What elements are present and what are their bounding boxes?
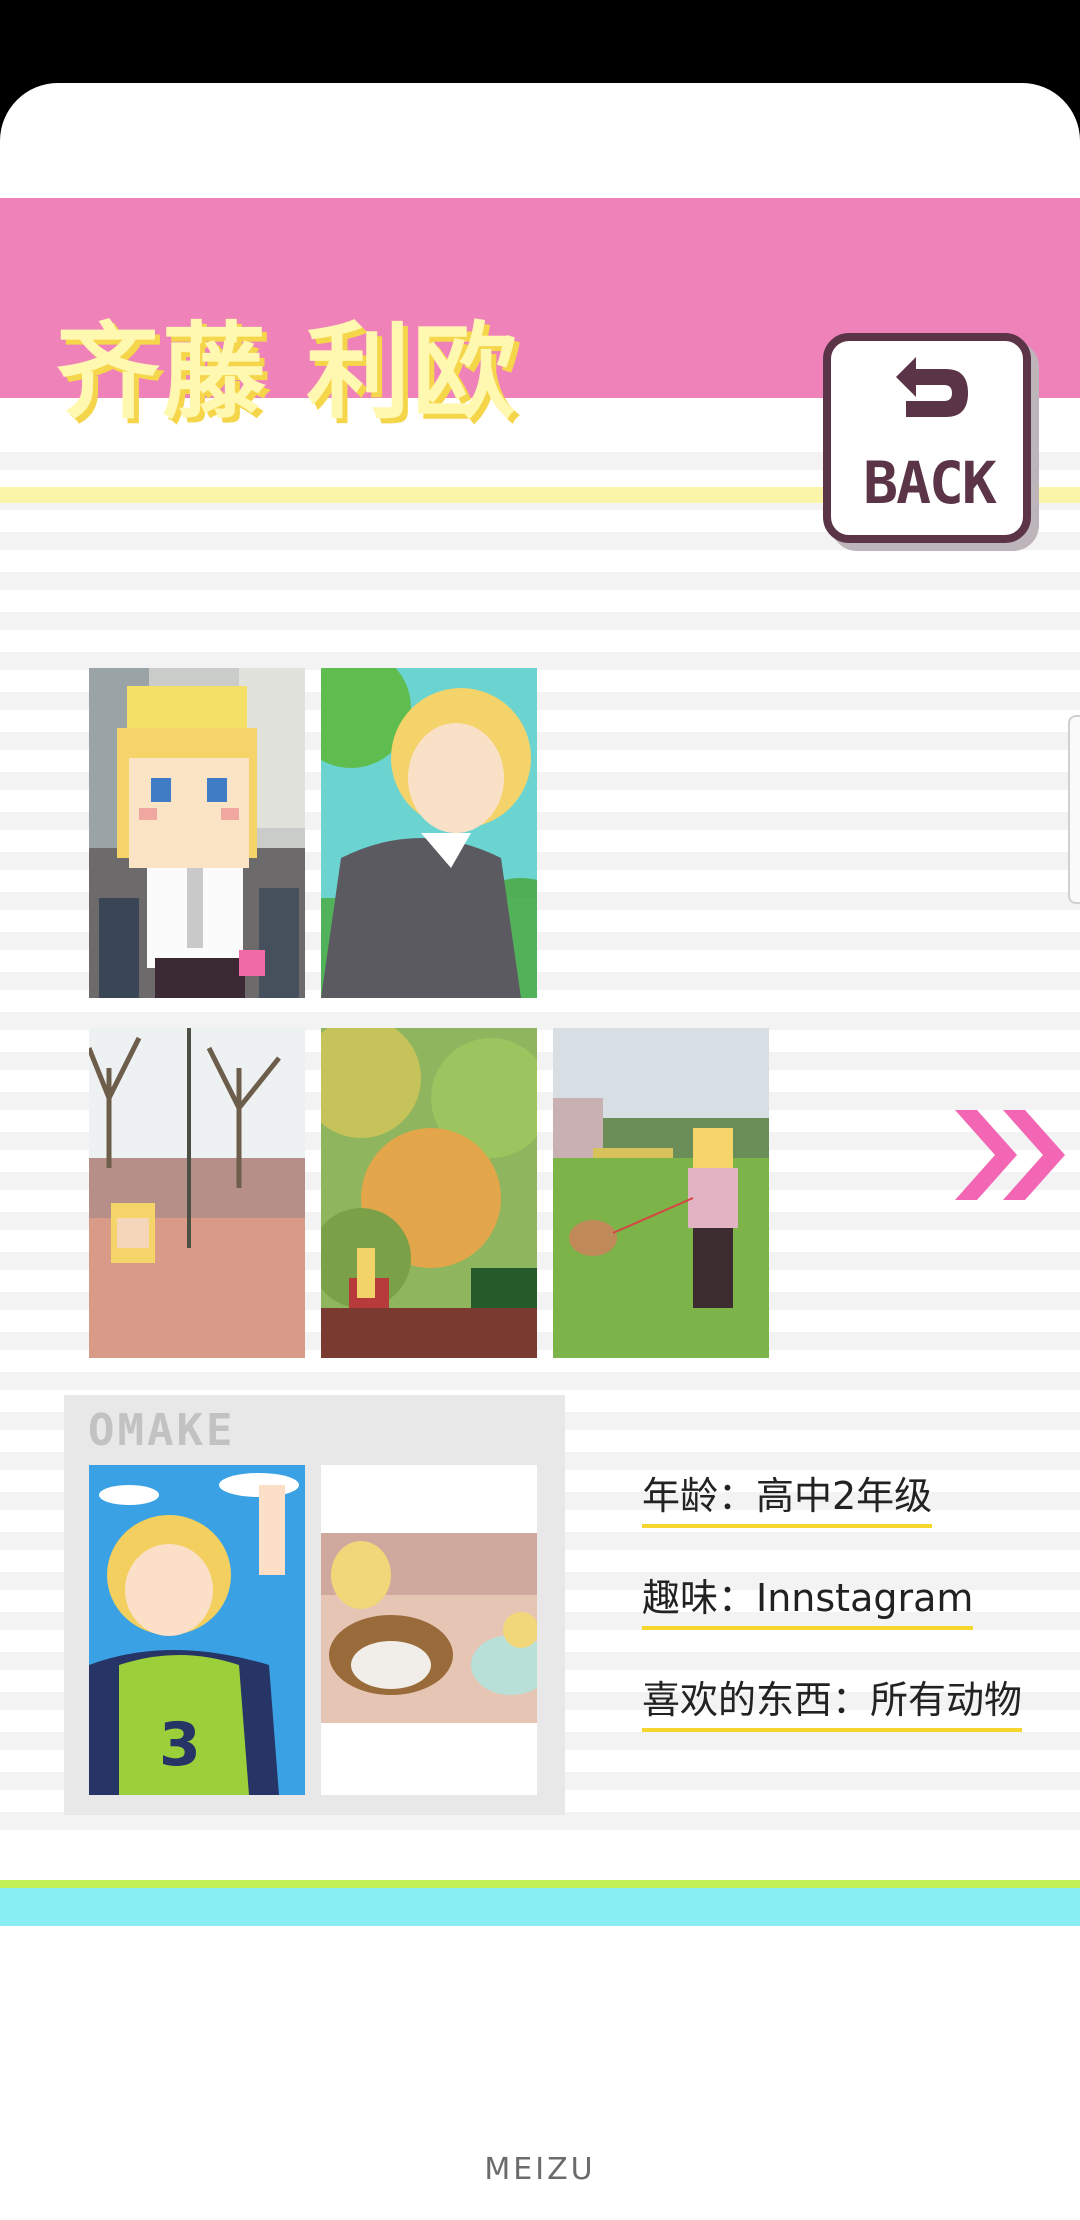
info-age: 年龄：高中2年级 bbox=[642, 1465, 933, 1528]
svg-text:3: 3 bbox=[159, 1710, 201, 1780]
bottom-green-bar bbox=[0, 1880, 1080, 1888]
info-likes: 喜欢的东西：所有动物 bbox=[642, 1669, 1023, 1732]
dog-illustration-thumbnail[interactable] bbox=[321, 1465, 537, 1795]
dog-walk-photo-image bbox=[553, 1028, 769, 1358]
dog-illustration-image bbox=[321, 1465, 537, 1795]
omake-label: OMAKE bbox=[88, 1405, 236, 1456]
plaza-photo-thumbnail[interactable] bbox=[89, 1028, 305, 1358]
pixel-avatar-thumbnail[interactable] bbox=[89, 668, 305, 998]
character-name: 齐藤 利欧 bbox=[56, 311, 519, 433]
back-label: BACK bbox=[863, 449, 997, 517]
info-hobby: 趣味：Innstagram bbox=[642, 1567, 974, 1630]
back-button[interactable]: BACK bbox=[823, 333, 1031, 543]
device-brand-logo: MEIZU bbox=[484, 2152, 596, 2187]
anime-portrait-thumbnail[interactable] bbox=[321, 668, 537, 998]
plaza-photo-image bbox=[89, 1028, 305, 1358]
soccer-illustration-image: 3 bbox=[89, 1465, 305, 1795]
forest-photo-thumbnail[interactable] bbox=[321, 1028, 537, 1358]
bottom-cyan-bar bbox=[0, 1888, 1080, 1926]
pixel-avatar-image bbox=[89, 668, 305, 998]
forest-photo-image bbox=[321, 1028, 537, 1358]
return-arrow-icon bbox=[896, 357, 968, 417]
anime-portrait-image bbox=[321, 668, 537, 998]
side-pull-tab[interactable] bbox=[1068, 715, 1080, 904]
dog-walk-photo-thumbnail[interactable] bbox=[553, 1028, 769, 1358]
next-page-button[interactable] bbox=[955, 1100, 1075, 1210]
soccer-illustration-thumbnail[interactable]: 3 bbox=[89, 1465, 305, 1795]
